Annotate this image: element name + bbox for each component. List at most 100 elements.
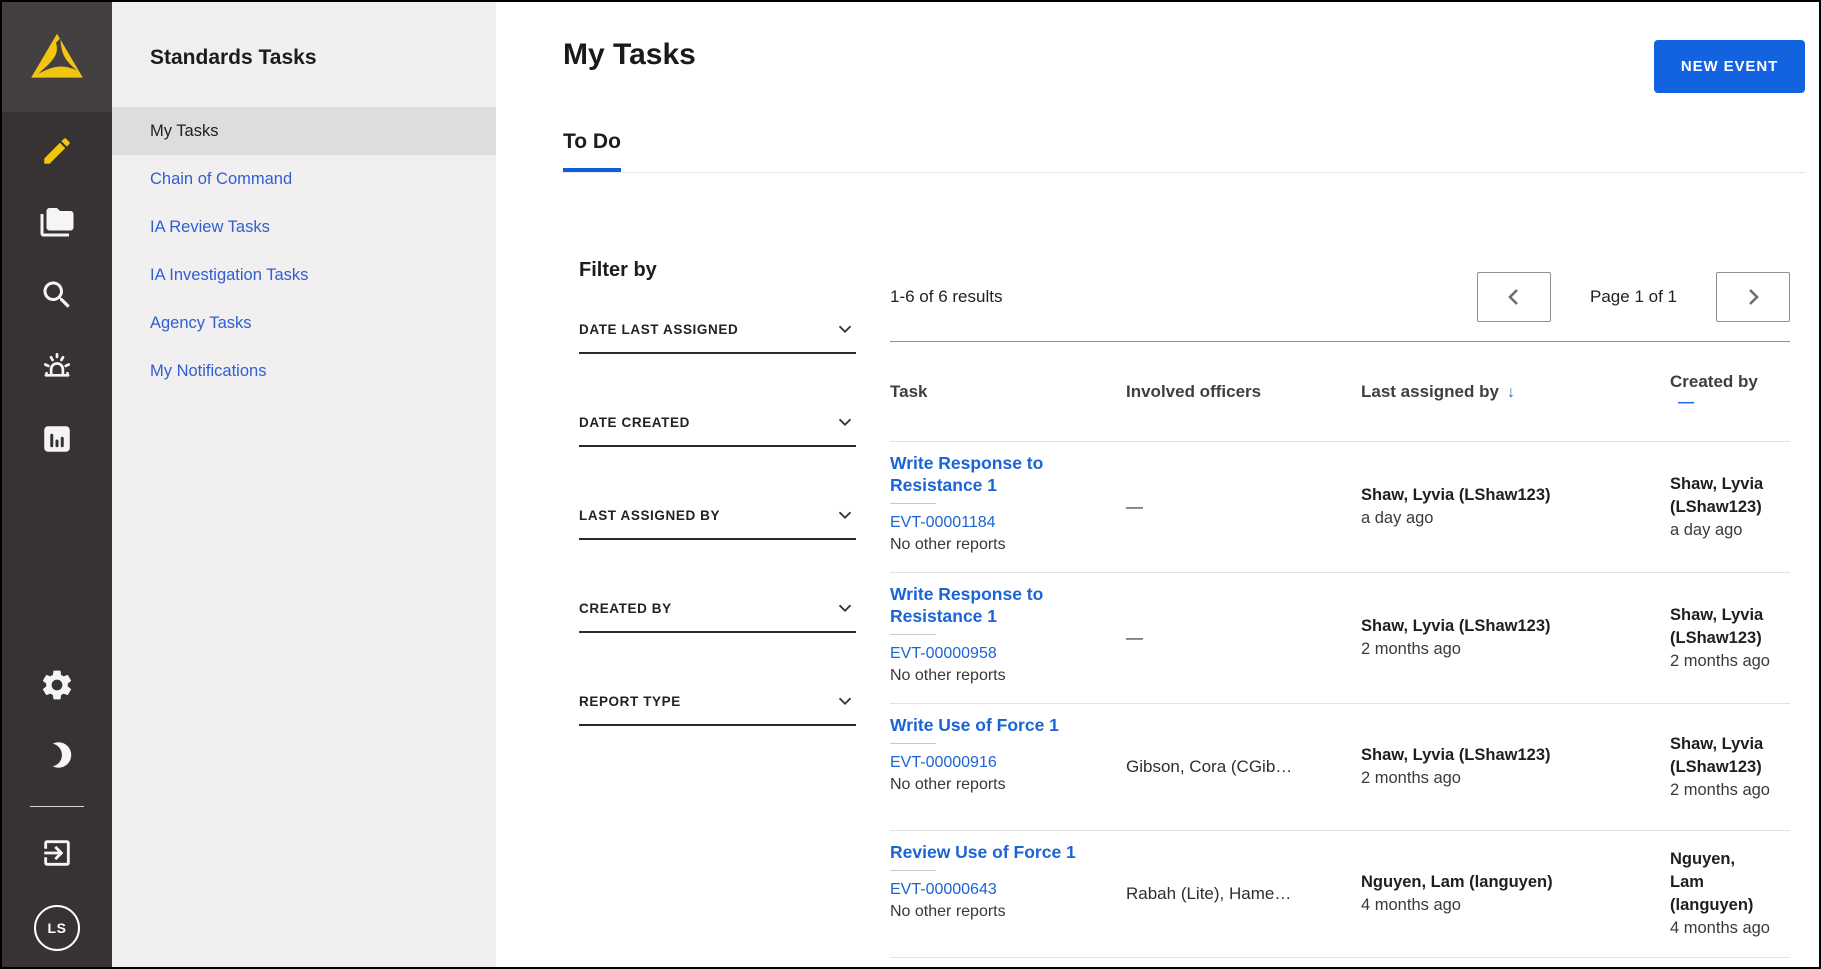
user-avatar[interactable]: LS (2, 905, 112, 951)
task-note: No other reports (890, 901, 1108, 923)
sidebar-nav-list: My TasksChain of CommandIA Review TasksI… (112, 107, 496, 395)
brand-triangle-logo-graphic (26, 26, 88, 88)
chevron-right-icon (1741, 285, 1765, 309)
table-row: Write Use of Force 1 EVT-00000916 No oth… (890, 704, 1790, 831)
column-header-created-by[interactable]: Created by— (1670, 372, 1790, 412)
task-cell: Review Use of Force 1 EVT-00000643 No ot… (890, 831, 1126, 939)
assigned-by-name: Nguyen, Lam (languyen) (1361, 871, 1652, 894)
sidebar-title: Standards Tasks (112, 2, 496, 70)
created-by-name: Shaw, Lyvia (LShaw123) (1670, 604, 1772, 650)
assigned-when: a day ago (1361, 507, 1652, 530)
task-title-link[interactable]: Write Response to Resistance 1 (890, 452, 1108, 496)
pagination: Page 1 of 1 (1477, 272, 1790, 322)
created-by-cell: Shaw, Lyvia (LShaw123) 2 months ago (1670, 604, 1790, 673)
filters-heading: Filter by (579, 259, 856, 282)
task-note: No other reports (890, 774, 1108, 796)
filter-report-type[interactable]: REPORT TYPE (579, 690, 856, 726)
filter-list: DATE LAST ASSIGNED DATE CREATED LAST ASS… (579, 318, 856, 726)
table-row: Write Response to Resistance 1 EVT-00000… (890, 573, 1790, 704)
chevron-down-icon (834, 318, 856, 340)
last-assigned-by-cell: Nguyen, Lam (languyen) 4 months ago (1361, 871, 1670, 917)
main-content: My Tasks NEW EVENT To Do Filter by DATE … (496, 2, 1819, 967)
chevron-down-icon (834, 411, 856, 433)
next-page-button[interactable] (1716, 272, 1790, 322)
previous-page-button[interactable] (1477, 272, 1551, 322)
created-when: a day ago (1670, 519, 1772, 542)
table-header-row: Task Involved officers Last assigned by↓… (890, 342, 1790, 442)
assigned-when: 2 months ago (1361, 767, 1652, 790)
assigned-by-name: Shaw, Lyvia (LShaw123) (1361, 615, 1652, 638)
tab-to-do[interactable]: To Do (563, 130, 621, 172)
folders-icon[interactable] (2, 199, 112, 247)
filter-date-created[interactable]: DATE CREATED (579, 411, 856, 447)
task-title-link[interactable]: Review Use of Force 1 (890, 841, 1108, 863)
tab-bar: To Do (563, 130, 1805, 173)
created-by-name: Shaw, Lyvia (LShaw123) (1670, 733, 1772, 779)
table-row: Review Use of Force 1 EVT-00000643 No ot… (890, 831, 1790, 958)
results-header: 1-6 of 6 results Page 1 of 1 (890, 272, 1790, 322)
filter-created-by[interactable]: CREATED BY (579, 597, 856, 633)
icon-rail: LS (2, 2, 112, 967)
page-indicator: Page 1 of 1 (1551, 287, 1716, 307)
content-row: Filter by DATE LAST ASSIGNED DATE CREATE… (563, 259, 1805, 958)
sidebar-item-ia-investigation-tasks[interactable]: IA Investigation Tasks (112, 251, 496, 299)
created-when: 4 months ago (1670, 917, 1772, 940)
bar-chart-icon[interactable] (2, 415, 112, 463)
assigned-by-name: Shaw, Lyvia (LShaw123) (1361, 744, 1652, 767)
event-id-link[interactable]: EVT-00001184 (890, 512, 1108, 534)
task-cell: Write Response to Resistance 1 EVT-00001… (890, 442, 1126, 572)
sort-desc-icon: ↓ (1507, 384, 1515, 401)
sidebar-item-ia-review-tasks[interactable]: IA Review Tasks (112, 203, 496, 251)
involved-officers-cell: — (1126, 628, 1361, 648)
filter-panel: Filter by DATE LAST ASSIGNED DATE CREATE… (579, 259, 856, 958)
event-id-link[interactable]: EVT-00000916 (890, 752, 1108, 774)
filter-last-assigned-by[interactable]: LAST ASSIGNED BY (579, 504, 856, 540)
task-cell: Write Response to Resistance 1 EVT-00000… (890, 573, 1126, 703)
siren-alert-icon[interactable] (2, 344, 112, 392)
task-note: No other reports (890, 665, 1108, 687)
sidebar-item-my-tasks[interactable]: My Tasks (112, 107, 496, 155)
created-by-name: Nguyen, Lam (languyen) (1670, 848, 1772, 917)
sort-none-icon: — (1678, 394, 1694, 411)
task-title-link[interactable]: Write Response to Resistance 1 (890, 583, 1108, 627)
task-title-link[interactable]: Write Use of Force 1 (890, 714, 1108, 736)
event-id-link[interactable]: EVT-00000643 (890, 879, 1108, 901)
module-sidebar: Standards Tasks My TasksChain of Command… (112, 2, 496, 967)
edit-pencil-icon[interactable] (2, 127, 112, 175)
last-assigned-by-cell: Shaw, Lyvia (LShaw123) 2 months ago (1361, 744, 1670, 790)
sign-out-icon[interactable] (2, 829, 112, 877)
sidebar-item-agency-tasks[interactable]: Agency Tasks (112, 299, 496, 347)
brand-triangle-logo[interactable] (2, 2, 112, 112)
event-id-link[interactable]: EVT-00000958 (890, 643, 1108, 665)
new-event-button[interactable]: NEW EVENT (1654, 40, 1805, 93)
results-panel: 1-6 of 6 results Page 1 of 1 Task In (890, 259, 1790, 958)
filter-date-last-assigned[interactable]: DATE LAST ASSIGNED (579, 318, 856, 354)
chevron-left-icon (1502, 285, 1526, 309)
created-by-cell: Shaw, Lyvia (LShaw123) a day ago (1670, 473, 1790, 542)
task-note: No other reports (890, 534, 1108, 556)
column-header-last-assigned-by[interactable]: Last assigned by↓ (1361, 382, 1670, 402)
settings-gear-icon[interactable] (2, 661, 112, 709)
involved-officers-cell: Gibson, Cora (CGib… (1126, 757, 1361, 777)
avatar-initials: LS (48, 920, 67, 936)
sidebar-item-chain-of-command[interactable]: Chain of Command (112, 155, 496, 203)
assigned-when: 4 months ago (1361, 894, 1652, 917)
column-header-task[interactable]: Task (890, 382, 1126, 402)
search-icon[interactable] (2, 271, 112, 319)
app-window: LS Standards Tasks My TasksChain of Comm… (0, 0, 1821, 969)
last-assigned-by-cell: Shaw, Lyvia (LShaw123) a day ago (1361, 484, 1670, 530)
task-divider (890, 634, 936, 635)
dark-mode-moon-icon[interactable] (2, 731, 112, 779)
chevron-down-icon (834, 690, 856, 712)
column-header-involved-officers[interactable]: Involved officers (1126, 382, 1361, 402)
task-divider (890, 870, 936, 871)
created-when: 2 months ago (1670, 650, 1772, 673)
sidebar-item-my-notifications[interactable]: My Notifications (112, 347, 496, 395)
task-table-body: Write Response to Resistance 1 EVT-00001… (890, 442, 1790, 958)
created-by-cell: Shaw, Lyvia (LShaw123) 2 months ago (1670, 733, 1790, 802)
page-title: My Tasks (563, 38, 696, 72)
task-divider (890, 503, 936, 504)
assigned-by-name: Shaw, Lyvia (LShaw123) (1361, 484, 1652, 507)
involved-officers-cell: — (1126, 497, 1361, 517)
task-divider (890, 743, 936, 744)
